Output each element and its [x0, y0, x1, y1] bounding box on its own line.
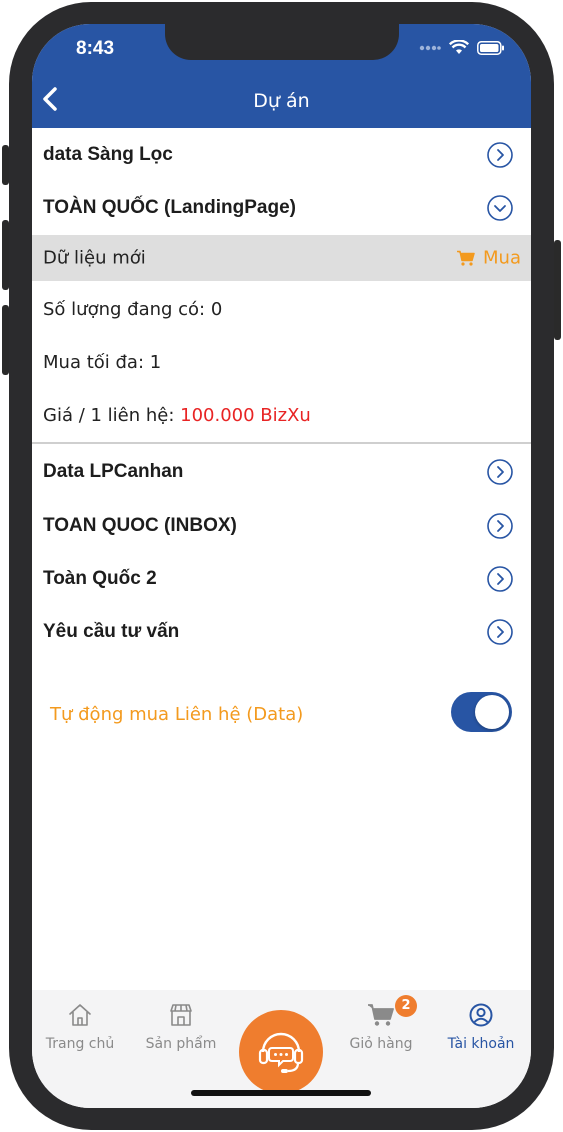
sub-item-label: Dữ liệu mới	[43, 247, 146, 269]
tab-label: Trang chủ	[45, 1036, 115, 1052]
tab-label: Giỏ hàng	[349, 1036, 413, 1052]
project-row-toan-quoc-2[interactable]: Toàn Quốc 2	[32, 552, 531, 605]
notch	[165, 24, 399, 60]
buy-button[interactable]: Mua	[457, 248, 521, 269]
divider	[32, 442, 531, 444]
toggle-knob	[475, 695, 509, 729]
chevron-right-circle-icon	[487, 565, 513, 592]
power-button	[554, 240, 561, 340]
mute-switch	[2, 145, 9, 185]
buy-label: Mua	[483, 247, 521, 269]
project-row-label: TOÀN QUỐC (LandingPage)	[43, 196, 296, 218]
project-row-label: Toàn Quốc 2	[43, 567, 157, 589]
status-icons	[419, 40, 505, 55]
phone-frame: 8:43 Dự án data Sàng Lọc TOÀN QUỐC (Land…	[0, 0, 563, 1132]
cart-badge: 2	[395, 995, 417, 1017]
price-prefix: Giá / 1 liên hệ:	[43, 405, 181, 426]
screen: 8:43 Dự án data Sàng Lọc TOÀN QUỐC (Land…	[32, 24, 531, 1108]
price-line: Giá / 1 liên hệ: 100.000 BizXu	[43, 405, 311, 426]
status-time: 8:43	[76, 38, 115, 59]
chevron-right-circle-icon	[487, 458, 513, 485]
tab-home[interactable]: Trang chủ	[35, 1002, 125, 1052]
signal-dots-icon	[419, 45, 441, 50]
tab-label: Tài khoản	[447, 1036, 515, 1052]
project-row-label: Yêu cầu tư vấn	[43, 620, 180, 642]
project-row-data-sang-loc[interactable]: data Sàng Lọc	[32, 128, 531, 181]
chevron-right-circle-icon	[487, 141, 513, 168]
volume-down-button	[2, 305, 9, 375]
sub-item-new-data: Dữ liệu mới Mua	[32, 235, 531, 281]
tab-label: Sản phẩm	[145, 1036, 217, 1052]
project-row-toan-quoc-landingpage[interactable]: TOÀN QUỐC (LandingPage)	[32, 181, 531, 234]
home-indicator	[191, 1090, 371, 1096]
cart-icon	[457, 250, 475, 266]
volume-up-button	[2, 220, 9, 290]
chevron-down-circle-icon	[487, 194, 513, 221]
project-row-data-lpcanhan[interactable]: Data LPCanhan	[32, 445, 531, 498]
wifi-icon	[449, 40, 469, 54]
auto-buy-toggle[interactable]	[451, 692, 512, 732]
max-buy-text: Mua tối đa: 1	[43, 352, 162, 373]
page-title: Dự án	[253, 90, 310, 112]
price-value: 100.000 BizXu	[180, 405, 311, 426]
project-row-yeu-cau-tu-van[interactable]: Yêu cầu tư vấn	[32, 605, 531, 658]
chevron-right-circle-icon	[487, 512, 513, 539]
project-row-label: Data LPCanhan	[43, 460, 184, 482]
home-icon	[69, 1004, 91, 1026]
tab-account[interactable]: Tài khoản	[436, 1002, 526, 1052]
chevron-right-circle-icon	[487, 618, 513, 645]
cart-icon	[368, 1004, 394, 1026]
account-icon	[469, 1003, 493, 1027]
support-headset-icon	[258, 1032, 304, 1073]
project-row-toan-quoc-inbox[interactable]: TOAN QUOC (INBOX)	[32, 499, 531, 552]
battery-icon	[477, 40, 504, 55]
project-row-label: TOAN QUOC (INBOX)	[43, 514, 237, 536]
tab-products[interactable]: Sản phẩm	[136, 1002, 226, 1052]
quantity-text: Số lượng đang có: 0	[43, 299, 223, 320]
support-center-button[interactable]	[239, 1010, 323, 1094]
project-row-label: data Sàng Lọc	[43, 143, 173, 165]
auto-buy-label: Tự động mua Liên hệ (Data)	[50, 704, 304, 725]
store-icon	[170, 1004, 192, 1026]
